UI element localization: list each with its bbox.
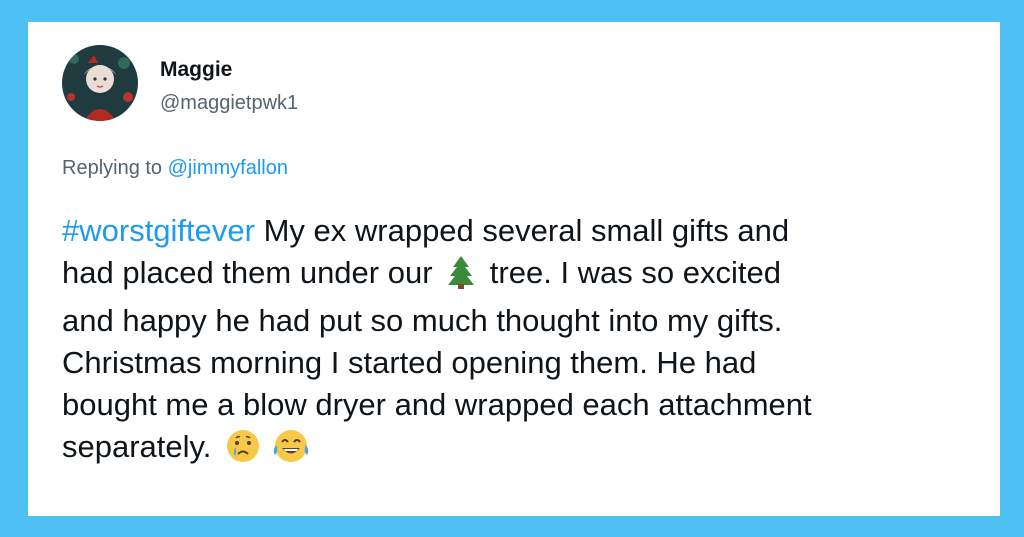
tweet-line-4: Christmas morning I started opening them… [62,345,757,380]
tears-of-joy-icon [272,429,310,474]
avatar-image [62,45,138,121]
hashtag-link[interactable]: #worstgiftever [62,213,255,248]
tweet-line-6: separately. [62,426,982,474]
tweet-line-1-text: My ex wrapped several small gifts and [254,213,790,248]
user-handle[interactable]: @maggietpwk1 [160,92,298,115]
tweet-text: #worstgiftever My ex wrapped several sma… [62,210,982,474]
tweet-card: Maggie @maggietpwk1 Replying to @jimmyfa… [28,22,1000,516]
tweet-line-2: had placed them under our tree. I was so… [62,252,982,300]
crying-face-icon [226,429,260,474]
avatar[interactable] [62,45,138,121]
tweet-line-5: bought me a blow dryer and wrapped each … [62,387,812,422]
tweet-line-6-text: separately. [62,429,212,464]
tweet-line-1: #worstgiftever My ex wrapped several sma… [62,210,982,252]
tweet-line-2a-text: had placed them under our [62,255,433,290]
tweet-line-2b-text: tree. I was so excited [489,255,781,290]
user-name[interactable]: Maggie [160,58,232,82]
replying-to: Replying to @jimmyfallon [62,157,288,180]
replying-to-label: Replying to [62,157,163,179]
reply-mention-link[interactable]: @jimmyfallon [168,157,288,179]
tweet-line-3: and happy he had put so much thought int… [62,303,783,338]
christmas-tree-icon [447,255,475,300]
